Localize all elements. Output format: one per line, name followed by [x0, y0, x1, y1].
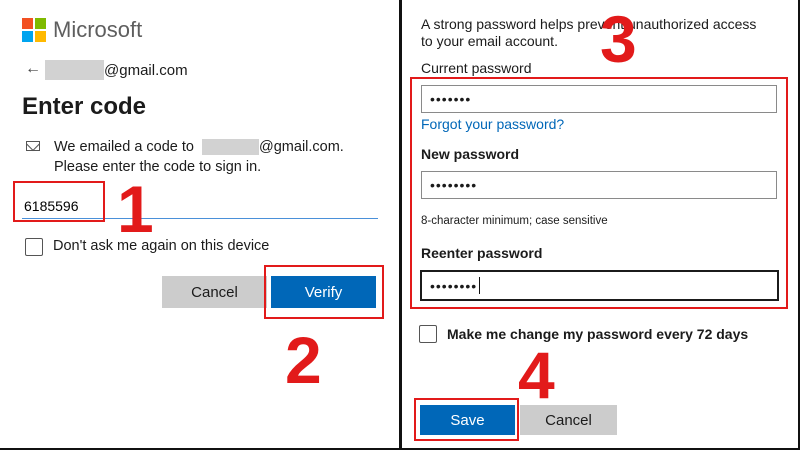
email-suffix: @gmail.com	[104, 62, 188, 79]
step2-number: 2	[285, 323, 322, 397]
message-suffix: @gmail.com.	[259, 139, 344, 155]
dont-ask-label: Don't ask me again on this device	[53, 238, 270, 254]
step1-highlight	[13, 181, 105, 222]
envelope-icon	[26, 141, 40, 151]
back-arrow-icon[interactable]: ←	[25, 60, 41, 78]
message-line2: Please enter the code to sign in.	[54, 159, 262, 175]
redacted-email-user	[45, 60, 104, 80]
intro-line2: to your email account.	[421, 33, 558, 49]
step4-number: 4	[518, 338, 555, 412]
intro-line1: A strong password helps prevent unauthor…	[421, 16, 757, 32]
step3-number: 3	[600, 2, 637, 76]
panel-divider	[399, 0, 402, 450]
step1-number: 1	[117, 172, 154, 246]
step2-highlight	[264, 265, 384, 319]
step3-highlight	[410, 77, 788, 309]
current-password-label: Current password	[421, 60, 532, 76]
redacted-email-user	[202, 139, 260, 156]
change-every-72-days-label: Make me change my password every 72 days	[447, 326, 749, 342]
message-prefix: We emailed a code to	[54, 139, 194, 155]
brand-name: Microsoft	[53, 17, 143, 42]
page-title: Enter code	[22, 93, 147, 120]
change-every-72-days-checkbox[interactable]	[419, 325, 437, 343]
step4-highlight	[414, 398, 519, 441]
cancel-button[interactable]: Cancel	[162, 276, 267, 308]
code-sent-message: We emailed a code to @gmail.com. Please …	[54, 137, 374, 177]
microsoft-logo-icon	[22, 18, 46, 42]
dont-ask-checkbox[interactable]	[25, 238, 43, 256]
